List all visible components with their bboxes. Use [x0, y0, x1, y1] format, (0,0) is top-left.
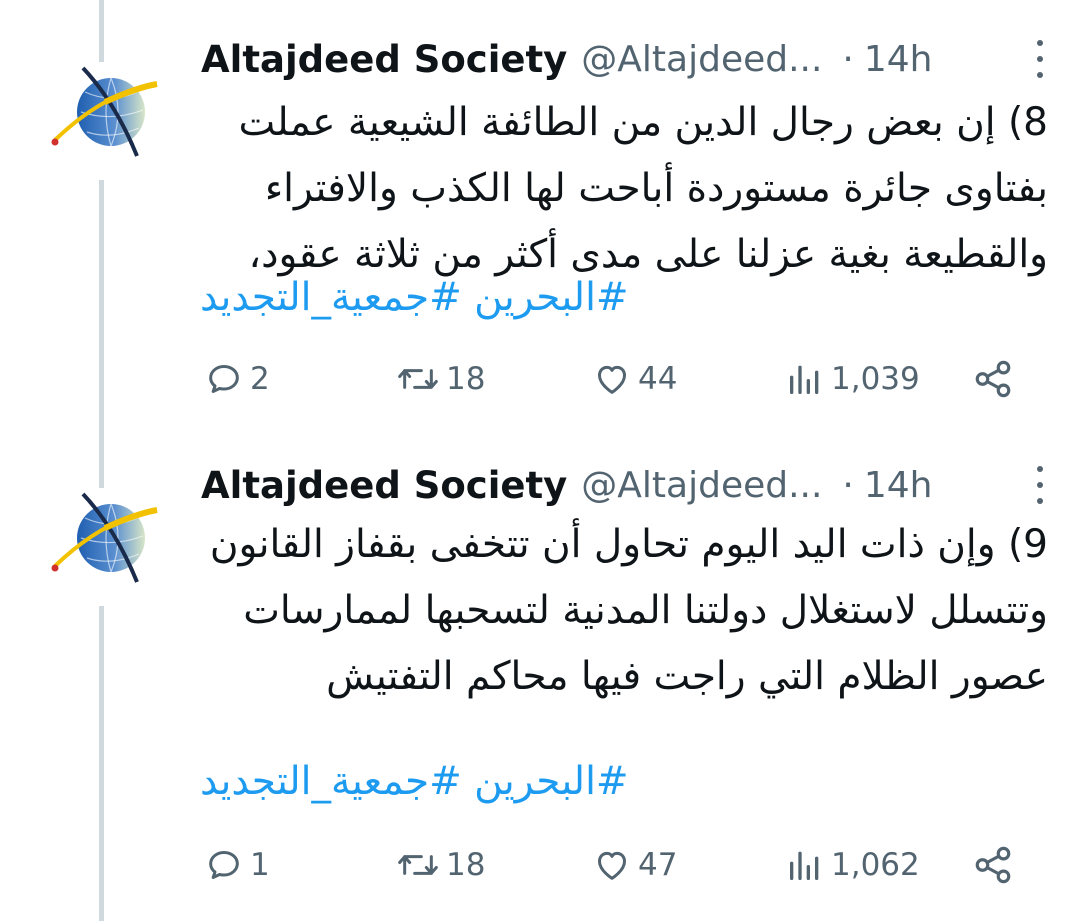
separator-dot: · — [842, 38, 854, 80]
retweet-icon — [398, 855, 438, 875]
tweet-text: 9) وإن ذات اليد اليوم تحاول أن تتخفى بقف… — [209, 522, 1048, 699]
share-icon — [975, 360, 1011, 398]
reply-icon — [209, 365, 239, 393]
analytics-icon — [790, 365, 819, 394]
heart-icon — [598, 365, 626, 394]
reply-icon — [209, 851, 239, 879]
like-button[interactable]: 44 — [592, 354, 677, 404]
like-count: 47 — [638, 847, 678, 883]
views-count: 1,039 — [831, 361, 920, 397]
author-handle[interactable]: @Altajdeed... — [581, 465, 822, 506]
analytics-icon — [790, 851, 819, 880]
tweet-header: Altajdeed Society @Altajdeed... · 14h — [201, 34, 1050, 84]
separator-dot: · — [842, 464, 854, 506]
hashtag-links[interactable]: #البحرين #جمعية_التجديد — [200, 752, 629, 812]
retweet-count: 18 — [446, 847, 486, 883]
more-options-icon[interactable] — [1030, 40, 1050, 78]
tweet[interactable]: Altajdeed Society @Altajdeed... · 14h 8)… — [0, 0, 1080, 440]
views-button[interactable]: 1,039 — [785, 354, 920, 404]
retweet-icon — [398, 369, 438, 389]
reply-button[interactable]: 1 — [204, 840, 270, 890]
retweet-button[interactable]: 18 — [396, 840, 485, 890]
action-bar: 2 18 44 1,039 — [200, 354, 1020, 404]
author-name[interactable]: Altajdeed Society — [201, 38, 567, 81]
globe-logo-icon — [51, 66, 158, 157]
timestamp[interactable]: 14h — [864, 465, 933, 506]
share-button[interactable] — [972, 840, 1014, 890]
retweet-count: 18 — [446, 361, 486, 397]
author-name[interactable]: Altajdeed Society — [201, 464, 567, 507]
reply-count: 2 — [250, 361, 270, 397]
reply-button[interactable]: 2 — [204, 354, 270, 404]
share-button[interactable] — [972, 354, 1014, 404]
avatar[interactable] — [45, 488, 163, 606]
like-button[interactable]: 47 — [592, 840, 677, 890]
action-bar: 1 18 47 1,062 — [200, 840, 1020, 890]
tweet-header: Altajdeed Society @Altajdeed... · 14h — [201, 460, 1050, 510]
author-handle[interactable]: @Altajdeed... — [581, 39, 822, 80]
hashtag-links[interactable]: #البحرين #جمعية_التجديد — [200, 268, 629, 328]
retweet-button[interactable]: 18 — [396, 354, 485, 404]
heart-icon — [598, 851, 626, 880]
avatar[interactable] — [45, 62, 163, 180]
views-button[interactable]: 1,062 — [785, 840, 920, 890]
timestamp[interactable]: 14h — [864, 39, 933, 80]
share-icon — [975, 846, 1011, 884]
reply-count: 1 — [250, 847, 270, 883]
views-count: 1,062 — [831, 847, 920, 883]
more-options-icon[interactable] — [1030, 466, 1050, 504]
like-count: 44 — [638, 361, 678, 397]
globe-logo-icon — [51, 492, 158, 583]
tweet[interactable]: Altajdeed Society @Altajdeed... · 14h 9)… — [0, 440, 1080, 921]
tweet-text: 8) إن بعض رجال الدين من الطائفة الشيعية … — [238, 100, 1049, 277]
